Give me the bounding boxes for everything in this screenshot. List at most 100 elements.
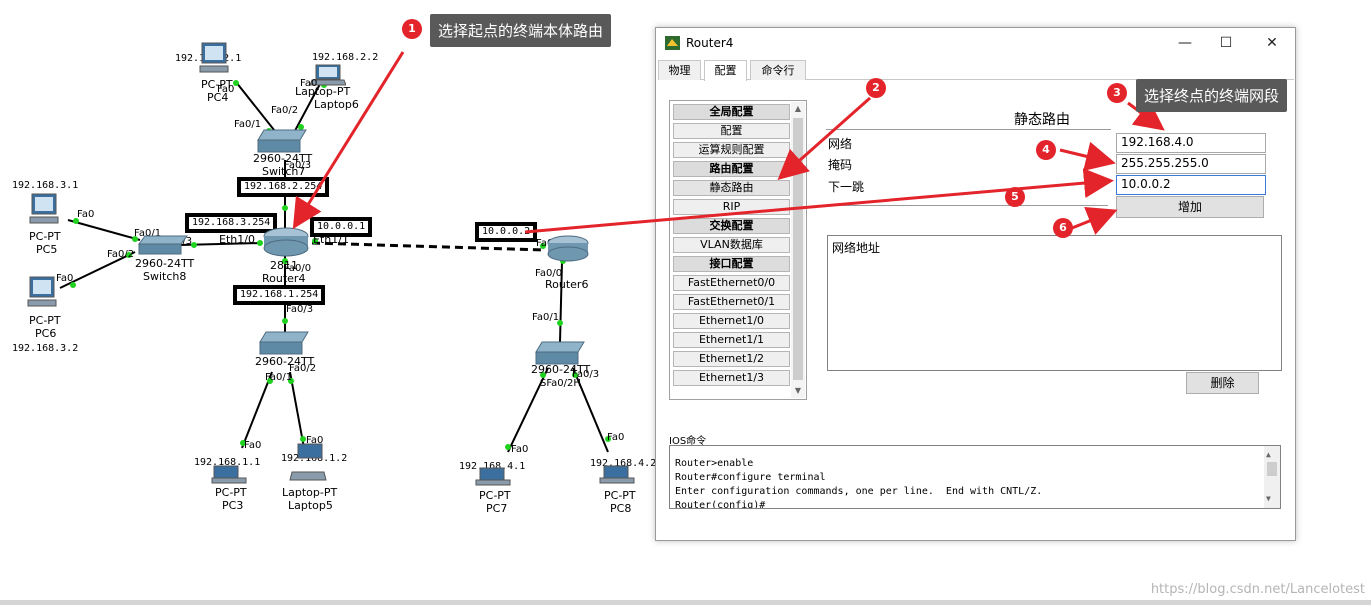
switch8-type: 2960-24TT	[135, 257, 195, 270]
laptop5-name: Laptop5	[288, 499, 333, 512]
step-badge-4: 4	[1036, 140, 1056, 160]
port-label: Fa0	[607, 432, 625, 443]
pc6-type: PC-PT	[29, 314, 61, 327]
minimize-button[interactable]: —	[1170, 32, 1200, 54]
menu-item[interactable]: 配置	[673, 123, 790, 139]
link-indicator	[282, 205, 288, 211]
router4-name: Router4	[262, 272, 306, 285]
port-label: Fa0/3	[572, 369, 600, 380]
nexthop-label: 下一跳	[828, 180, 865, 194]
step-badge-5: 5	[1005, 187, 1025, 207]
list-header: 网络地址	[832, 241, 881, 255]
pc8-name: PC8	[610, 502, 632, 515]
maximize-button[interactable]: ☐	[1211, 32, 1241, 54]
port-label: Fa0/3	[286, 304, 314, 315]
tab-config[interactable]: 配置	[704, 60, 747, 81]
step-badge-1: 1	[402, 19, 422, 39]
pc7-name: PC7	[486, 502, 508, 515]
mask-input[interactable]: 255.255.255.0	[1116, 154, 1266, 174]
router-icon	[263, 227, 309, 257]
switch8-name: Switch8	[143, 270, 187, 283]
console-line: Router>enable	[675, 458, 754, 469]
port-label: Fa0/2	[107, 249, 135, 260]
scroll-thumb[interactable]	[1267, 462, 1277, 476]
laptop6-name: Laptop6	[314, 98, 359, 111]
port-label: Fa0	[56, 273, 74, 284]
tab-bar: 物理 配置 命令行	[658, 60, 1294, 81]
network-label: 网络	[828, 137, 853, 151]
ip-label-r4-right: 10.0.0.1	[310, 217, 373, 237]
menu-item[interactable]: FastEthernet0/1	[673, 294, 790, 310]
menu-item[interactable]: 静态路由	[673, 180, 790, 196]
port-label: Fa0	[77, 209, 95, 220]
scroll-up-icon[interactable]: ▲	[1266, 448, 1271, 462]
menu-item[interactable]: Ethernet1/2	[673, 351, 790, 367]
pc6-name: PC6	[35, 327, 57, 340]
pc-icon	[475, 467, 511, 486]
switch-icon	[259, 331, 309, 355]
port-label: Fa0/1	[265, 372, 293, 383]
switch-icon	[257, 129, 307, 153]
menu-item[interactable]: 路由配置	[673, 161, 790, 177]
window-title: Router4	[686, 36, 734, 50]
divider	[826, 205, 1108, 206]
network-topology-canvas: 192.168.2.1 PC-PT PC4 Fa0 192.168.2.2 La…	[0, 0, 656, 605]
step-badge-3: 3	[1107, 83, 1127, 103]
scroll-down-icon[interactable]: ▼	[1266, 492, 1271, 506]
menu-scrollbar[interactable]: ▲ ▼	[791, 102, 805, 398]
router-icon	[547, 235, 589, 262]
window-titlebar[interactable]: Router4 — ☐ ✕	[656, 28, 1295, 58]
menu-item[interactable]: VLAN数据库	[673, 237, 790, 253]
menu-item[interactable]: Ethernet1/0	[673, 313, 790, 329]
menu-item[interactable]: 接口配置	[673, 256, 790, 272]
console-scrollbar[interactable]: ▲ ▼	[1264, 446, 1280, 508]
watermark: https://blog.csdn.net/Lancelotest	[1150, 582, 1365, 597]
port-label: Fa0/2	[271, 105, 299, 116]
close-button[interactable]: ✕	[1257, 32, 1287, 54]
menu-item[interactable]: 全局配置	[673, 104, 790, 120]
bottom-scrollbar[interactable]	[0, 600, 1371, 605]
link-indicator	[282, 318, 288, 324]
menu-item[interactable]: 运算规则配置	[673, 142, 790, 158]
port-label: Fa0/1	[532, 312, 560, 323]
ip-label-r4-top: 192.168.2.254	[237, 177, 330, 197]
pc6-ip: 192.168.3.2	[12, 343, 79, 354]
laptop5-type: Laptop-PT	[282, 486, 338, 499]
console-line: Router(config)#	[675, 500, 766, 509]
network-address-list[interactable]: 网络地址	[827, 235, 1282, 371]
pc5-name: PC5	[36, 243, 58, 256]
menu-item[interactable]: RIP	[673, 199, 790, 215]
static-route-heading: 静态路由	[1014, 112, 1070, 128]
port-label: Fa0	[217, 84, 235, 95]
network-input[interactable]: 192.168.4.0	[1116, 133, 1266, 153]
port-label: Fa0	[300, 78, 318, 89]
console-line: Enter configuration commands, one per li…	[675, 486, 1043, 497]
ip-label-r6-left: 10.0.0.2	[475, 222, 538, 242]
menu-item[interactable]: FastEthernet0/0	[673, 275, 790, 291]
pc8-type: PC-PT	[604, 489, 636, 502]
scroll-up-icon[interactable]: ▲	[791, 102, 805, 116]
scroll-down-icon[interactable]: ▼	[791, 384, 805, 398]
console-line: Router#configure terminal	[675, 472, 826, 483]
app-icon	[665, 36, 680, 50]
ip-label-r4-bottom: 192.168.1.254	[233, 285, 326, 305]
pc-icon	[27, 276, 57, 307]
tab-cli[interactable]: 命令行	[750, 60, 806, 80]
tab-physical[interactable]: 物理	[658, 60, 701, 80]
pc3-name: PC3	[222, 499, 244, 512]
switch-icon	[138, 235, 188, 255]
port-label: Fa0/3	[284, 160, 312, 171]
config-menu-list: 全局配置配置运算规则配置 路由配置静态路由 RIP 交换配置 VLAN数据库 接口配置 Fa…	[669, 100, 807, 400]
step-3-tooltip: 选择终点的终端网段	[1136, 79, 1288, 112]
add-route-button[interactable]: 增加	[1116, 196, 1264, 218]
ios-console[interactable]: Router>enable Router#configure terminal …	[669, 445, 1281, 509]
menu-item[interactable]: Ethernet1/3	[673, 370, 790, 386]
menu-item[interactable]: 交换配置	[673, 218, 790, 234]
mask-label: 掩码	[828, 158, 853, 172]
pc7-type: PC-PT	[479, 489, 511, 502]
delete-route-button[interactable]: 删除	[1186, 372, 1259, 394]
menu-item[interactable]: Ethernet1/1	[673, 332, 790, 348]
scroll-thumb[interactable]	[793, 118, 803, 380]
laptop6-ip: 192.168.2.2	[312, 52, 379, 63]
nexthop-input[interactable]: 10.0.0.2	[1116, 175, 1266, 195]
